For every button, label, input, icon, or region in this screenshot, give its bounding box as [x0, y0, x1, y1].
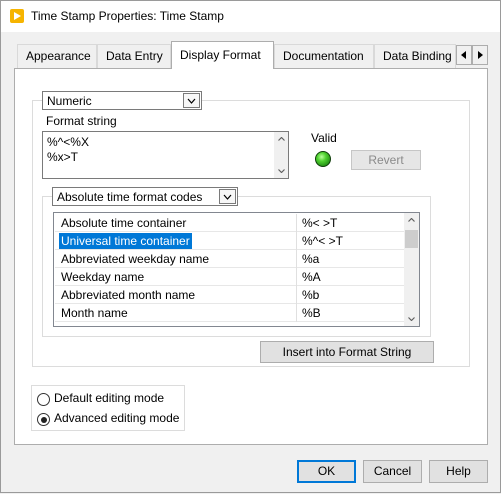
code-name: Month name: [61, 306, 128, 320]
scroll-up-arrow[interactable]: [404, 213, 419, 227]
table-row[interactable]: Month name %B: [55, 304, 404, 322]
column-divider: [296, 214, 297, 232]
advanced-editing-mode-radio[interactable]: [37, 413, 50, 426]
scroll-down-arrow[interactable]: [404, 312, 419, 326]
scroll-up-arrow[interactable]: [274, 132, 288, 146]
code-value: %a: [302, 252, 320, 266]
chevron-down-icon: [408, 317, 415, 321]
revert-button[interactable]: Revert: [351, 150, 421, 170]
code-name: Absolute time container: [61, 216, 187, 230]
chevron-down-icon: [223, 194, 232, 200]
format-string-line-2: %x>T: [47, 150, 79, 164]
code-value: %< >T: [302, 216, 338, 230]
scroll-down-arrow[interactable]: [274, 164, 288, 178]
code-name: Abbreviated weekday name: [61, 252, 210, 266]
format-codes-dropdown[interactable]: Absolute time format codes: [52, 187, 238, 206]
chevron-down-icon: [187, 98, 196, 104]
properties-dialog: Time Stamp Properties: Time Stamp Appear…: [0, 0, 501, 493]
table-row[interactable]: Abbreviated weekday name %a: [55, 250, 404, 268]
valid-label: Valid: [311, 131, 337, 145]
table-row[interactable]: Abbreviated month name %b: [55, 286, 404, 304]
format-string-label: Format string: [46, 114, 117, 128]
code-name: Weekday name: [61, 270, 145, 284]
format-string-field[interactable]: %^<%X %x>T: [42, 131, 289, 179]
format-codes-value: Absolute time format codes: [57, 190, 203, 204]
column-divider: [296, 268, 297, 286]
format-string-line-1: %^<%X: [47, 135, 89, 149]
column-divider: [296, 250, 297, 268]
default-editing-mode-label[interactable]: Default editing mode: [54, 391, 164, 405]
table-row[interactable]: Weekday name %A: [55, 268, 404, 286]
format-codes-table[interactable]: Absolute time container %< >T Universal …: [53, 212, 420, 327]
code-value: %^< >T: [302, 234, 343, 248]
advanced-editing-mode-label[interactable]: Advanced editing mode: [54, 411, 179, 425]
format-string-scrollbar[interactable]: [274, 132, 288, 178]
column-divider: [296, 232, 297, 250]
column-divider: [296, 286, 297, 304]
chevron-down-icon: [277, 169, 285, 173]
scroll-thumb[interactable]: [405, 230, 418, 248]
format-type-dropdown[interactable]: Numeric: [42, 91, 202, 110]
default-editing-mode-radio[interactable]: [37, 393, 50, 406]
table-row[interactable]: Absolute time container %< >T: [55, 214, 404, 232]
chevron-up-icon: [408, 218, 415, 222]
valid-indicator-led: [315, 151, 331, 167]
dropdown-button[interactable]: [219, 189, 236, 204]
format-type-value: Numeric: [47, 94, 92, 108]
codes-table-scrollbar[interactable]: [404, 213, 419, 326]
editing-mode-group: Default editing mode Advanced editing mo…: [31, 385, 185, 431]
code-value: %B: [302, 306, 321, 320]
code-name: Abbreviated month name: [61, 288, 196, 302]
chevron-up-icon: [277, 137, 285, 141]
insert-into-format-string-button[interactable]: Insert into Format String: [260, 341, 434, 363]
dropdown-button[interactable]: [183, 93, 200, 108]
code-name: Universal time container: [59, 233, 192, 249]
column-divider: [296, 304, 297, 322]
code-value: %b: [302, 288, 320, 302]
code-value: %A: [302, 270, 321, 284]
table-row[interactable]: Universal time container %^< >T: [55, 232, 404, 250]
